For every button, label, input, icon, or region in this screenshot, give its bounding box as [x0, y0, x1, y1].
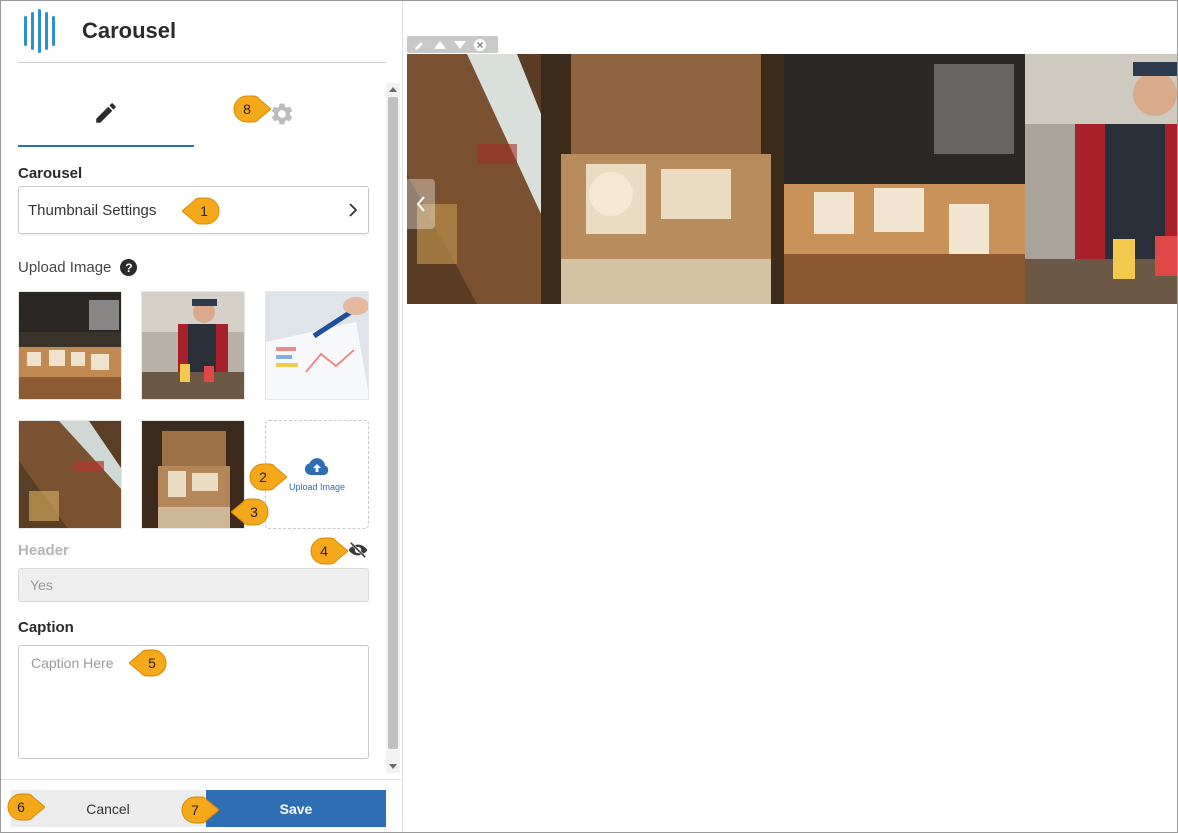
image-tile-bartender[interactable]: [141, 291, 245, 400]
move-up-icon[interactable]: [433, 38, 447, 52]
callout-marker: 3: [230, 498, 271, 526]
thumbnail-settings-label: Thumbnail Settings: [28, 201, 157, 219]
editor-window: Carousel Carousel Thumbnail Settings Upl…: [0, 0, 1178, 833]
carousel-slide-shelf-signs: [784, 54, 1025, 304]
upload-image-heading: Upload Image ?: [18, 259, 138, 276]
callout-marker: 8: [231, 95, 272, 123]
carousel-strip[interactable]: [407, 54, 1177, 304]
scrollbar-thumb[interactable]: [388, 97, 398, 749]
image-tile-shelf-signs[interactable]: [18, 291, 122, 400]
pencil-icon: [96, 103, 116, 123]
edit-icon[interactable]: [413, 38, 427, 52]
page-canvas: [404, 1, 1177, 832]
app-logo-icon: [22, 9, 62, 53]
upload-image-dropzone-label: Upload Image: [288, 481, 346, 492]
callout-marker: 2: [247, 463, 288, 491]
remove-icon[interactable]: [473, 38, 487, 52]
help-icon[interactable]: ?: [120, 259, 138, 276]
header-select[interactable]: Yes: [18, 568, 369, 602]
save-button[interactable]: Save: [206, 790, 386, 827]
image-tile-chart-drawing[interactable]: [265, 291, 369, 400]
callout-marker: 6: [5, 793, 46, 821]
footer-divider: [1, 779, 402, 780]
eye-off-icon[interactable]: [347, 541, 369, 559]
callout-marker: 4: [308, 537, 349, 565]
callout-marker: 5: [128, 649, 169, 677]
tab-settings[interactable]: [194, 81, 370, 147]
cloud-upload-icon: [304, 457, 329, 475]
move-down-icon[interactable]: [453, 38, 467, 52]
upload-image-label: Upload Image: [18, 259, 112, 276]
scroll-down-icon[interactable]: [389, 764, 397, 769]
properties-panel: Carousel Carousel Thumbnail Settings Upl…: [1, 1, 403, 832]
chevron-left-icon: [416, 196, 425, 212]
caption-textarea[interactable]: [18, 645, 369, 759]
store-aisle-thumbnail: [19, 421, 121, 528]
section-title: Carousel: [18, 165, 83, 182]
divider: [18, 62, 386, 63]
gear-icon: [271, 103, 293, 125]
vintage-box-thumbnail: [142, 421, 244, 528]
shelf-signs-thumbnail: [19, 292, 121, 399]
callout-marker: 1: [181, 197, 222, 225]
carousel-prev-button[interactable]: [407, 179, 435, 229]
bartender-thumbnail: [142, 292, 244, 399]
callout-marker: 7: [179, 796, 220, 824]
chart-drawing-thumbnail: [266, 292, 368, 399]
scroll-up-icon[interactable]: [389, 87, 397, 92]
carousel-slide-vintage-box: [541, 54, 784, 304]
header-select-value: Yes: [30, 577, 53, 593]
panel-scrollbar[interactable]: [386, 83, 400, 773]
header-label: Header: [18, 542, 69, 559]
carousel-toolbar: [407, 36, 498, 53]
caption-label: Caption: [18, 619, 74, 636]
panel-title: Carousel: [82, 18, 177, 43]
tab-edit[interactable]: [18, 81, 194, 147]
carousel-slide-bartender: [1025, 54, 1177, 304]
chevron-right-icon: [349, 203, 358, 217]
image-tile-store-aisle[interactable]: [18, 420, 122, 529]
image-tile-vintage-box[interactable]: [141, 420, 245, 529]
